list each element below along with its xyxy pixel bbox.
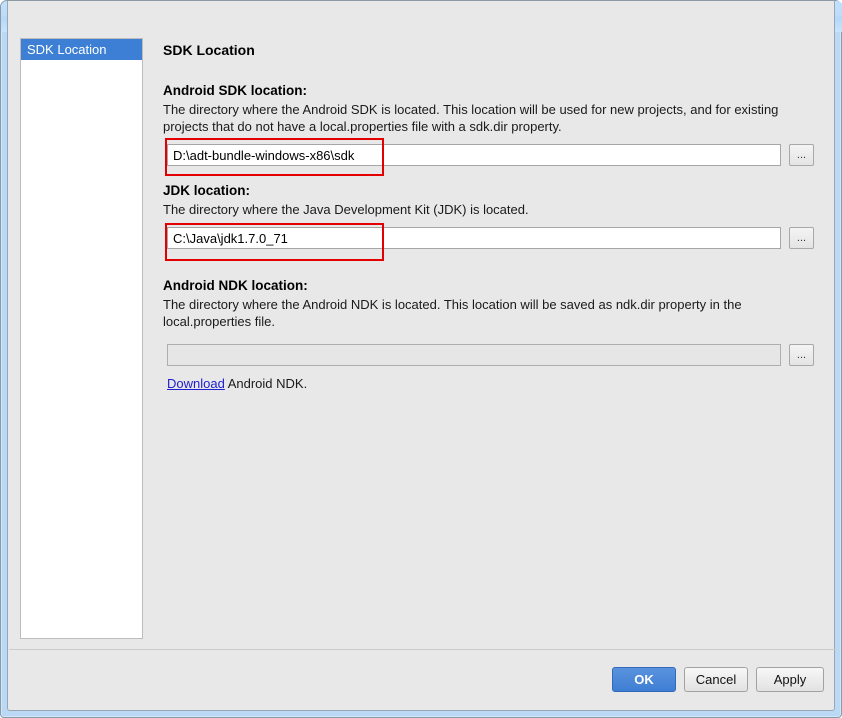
android-sdk-location-description: The directory where the Android SDK is l… — [163, 102, 779, 134]
jdk-location-input[interactable] — [167, 227, 781, 249]
sidebar-item-sdk-location[interactable]: SDK Location — [21, 39, 142, 60]
jdk-location-browse-button[interactable]: ... — [789, 227, 814, 249]
download-ndk-link[interactable]: Download — [167, 376, 225, 391]
android-sdk-location-browse-button[interactable]: ... — [789, 144, 814, 166]
android-ndk-location-input[interactable] — [167, 344, 781, 366]
dialog-body: SDK Location SDK Location Android SDK lo… — [7, 1, 838, 711]
android-ndk-location-description: The directory where the Android NDK is l… — [163, 297, 742, 329]
section-android-sdk-location: Android SDK location: The directory wher… — [163, 83, 823, 166]
section-android-ndk-location: Android NDK location: The directory wher… — [163, 278, 823, 391]
ok-button[interactable]: OK — [612, 667, 676, 692]
project-structure-dialog: Project Structure x SDK Location SDK Loc… — [0, 0, 842, 718]
download-ndk-suffix: Android NDK. — [224, 376, 308, 391]
jdk-location-field-row: ... — [163, 227, 823, 249]
android-ndk-location-field-row: ... — [163, 344, 823, 366]
cancel-button[interactable]: Cancel — [684, 667, 748, 692]
download-ndk-row: Download Android NDK. — [163, 376, 823, 391]
page-title: SDK Location — [163, 42, 255, 58]
jdk-location-label: JDK location: — [163, 183, 251, 198]
main-content: SDK Location Android SDK location: The d… — [150, 38, 836, 639]
sidebar: SDK Location — [20, 38, 143, 639]
footer: OK Cancel Apply — [8, 650, 838, 706]
section-jdk-location: JDK location: The directory where the Ja… — [163, 183, 823, 249]
android-ndk-location-label: Android NDK location: — [163, 278, 308, 293]
android-sdk-location-input[interactable] — [167, 144, 781, 166]
apply-button[interactable]: Apply — [756, 667, 824, 692]
android-ndk-location-browse-button[interactable]: ... — [789, 344, 814, 366]
sidebar-item-label: SDK Location — [27, 42, 107, 57]
android-sdk-location-label: Android SDK location: — [163, 83, 307, 98]
jdk-location-description: The directory where the Java Development… — [163, 202, 529, 217]
android-sdk-location-field-row: ... — [163, 144, 823, 166]
